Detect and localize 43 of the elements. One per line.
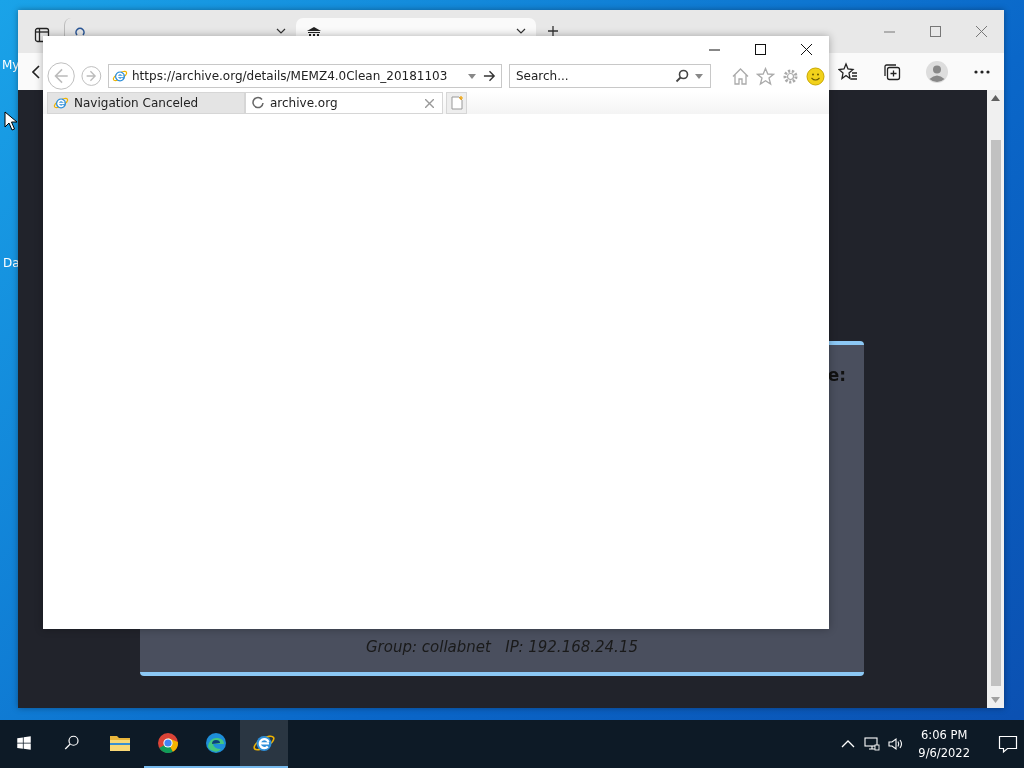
- volume-icon[interactable]: [888, 736, 905, 752]
- favorites-icon[interactable]: [838, 61, 858, 82]
- windows-logo-icon[interactable]: [15, 734, 33, 752]
- taskbar-app-button[interactable]: [240, 720, 288, 768]
- avatar-icon[interactable]: [926, 60, 948, 83]
- close-tab-icon[interactable]: [425, 98, 434, 108]
- clock-date[interactable]: 9/6/2022: [918, 744, 970, 762]
- browser-tab[interactable]: Navigation Canceled: [47, 92, 245, 114]
- search-field[interactable]: Search...: [509, 64, 711, 88]
- sidebar-icon[interactable]: [34, 27, 50, 43]
- edge-icon: [204, 731, 228, 755]
- heading-text: e:: [827, 365, 846, 385]
- chevron-icon[interactable]: [516, 28, 526, 34]
- ie-logo-icon: [112, 68, 128, 84]
- search-icon[interactable]: [675, 69, 689, 83]
- star-icon[interactable]: [756, 66, 775, 86]
- ie-logo-icon: [53, 95, 69, 111]
- network-icon[interactable]: [864, 736, 881, 752]
- smiley-icon[interactable]: [806, 66, 825, 86]
- maximize-icon[interactable]: [754, 44, 766, 55]
- search-icon: [75, 26, 85, 36]
- new-page-icon: [449, 96, 464, 110]
- mouse-cursor-icon: [4, 111, 18, 131]
- notification-icon[interactable]: [998, 734, 1018, 754]
- address-bar[interactable]: https://archive.org/details/MEMZ4.0Clean_20181103: [108, 64, 502, 88]
- loading-spinner-icon: [251, 96, 265, 110]
- browser-tab[interactable]: archive.org: [245, 92, 443, 114]
- new-tab-icon[interactable]: [548, 26, 558, 36]
- close-icon[interactable]: [800, 44, 812, 55]
- building-icon: [306, 26, 322, 36]
- footer-text: Group: collabnet IP: 192.168.24.15: [366, 638, 638, 656]
- dropdown-icon[interactable]: [695, 74, 703, 79]
- go-icon[interactable]: [483, 70, 496, 82]
- dropdown-icon[interactable]: [468, 74, 476, 79]
- search-icon[interactable]: [63, 734, 81, 752]
- back-icon[interactable]: [32, 64, 40, 79]
- collections-icon[interactable]: [882, 61, 902, 82]
- scroll-up-icon[interactable]: [991, 95, 1000, 101]
- scrollbar[interactable]: [987, 90, 1004, 708]
- clock-time[interactable]: 6:06 PM: [921, 726, 968, 744]
- scroll-thumb[interactable]: [990, 140, 1001, 686]
- chevron-icon[interactable]: [276, 28, 286, 34]
- chrome-icon: [156, 731, 180, 755]
